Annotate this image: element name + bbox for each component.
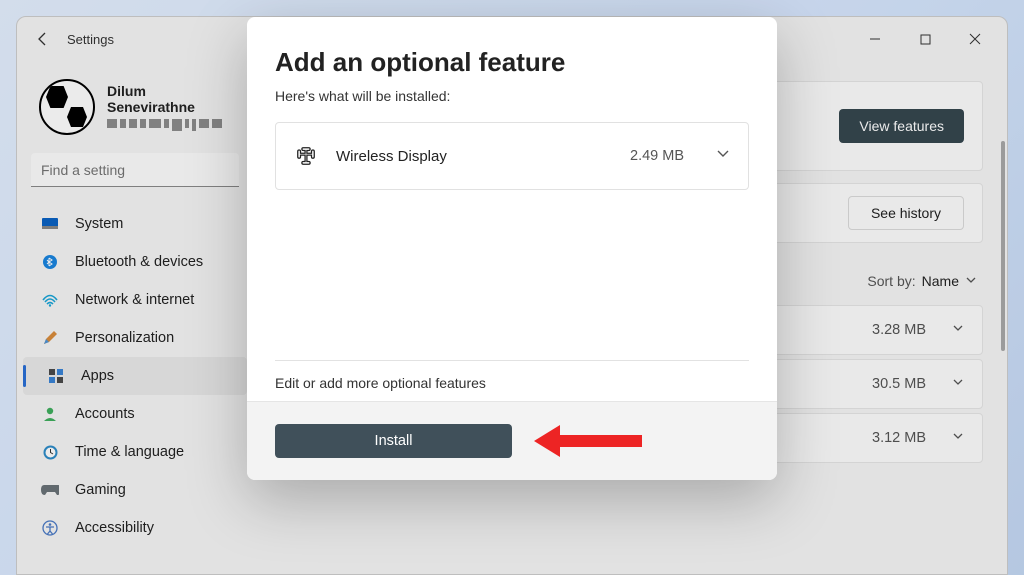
dialog-subtitle: Here's what will be installed: <box>275 88 749 104</box>
dialog-footer: Install <box>247 401 777 480</box>
add-feature-dialog: Add an optional feature Here's what will… <box>247 17 777 480</box>
chevron-down-icon <box>716 147 730 166</box>
divider <box>275 360 749 361</box>
dialog-title: Add an optional feature <box>275 47 749 78</box>
feature-name: Wireless Display <box>336 148 447 165</box>
annotation-arrow <box>534 430 642 452</box>
install-button[interactable]: Install <box>275 424 512 458</box>
edit-features-link[interactable]: Edit or add more optional features <box>275 375 749 391</box>
feature-size: 2.49 MB <box>630 148 684 164</box>
dialog-backdrop: Add an optional feature Here's what will… <box>0 0 1024 575</box>
puzzle-icon <box>294 144 318 168</box>
feature-row[interactable]: Wireless Display 2.49 MB <box>275 122 749 190</box>
